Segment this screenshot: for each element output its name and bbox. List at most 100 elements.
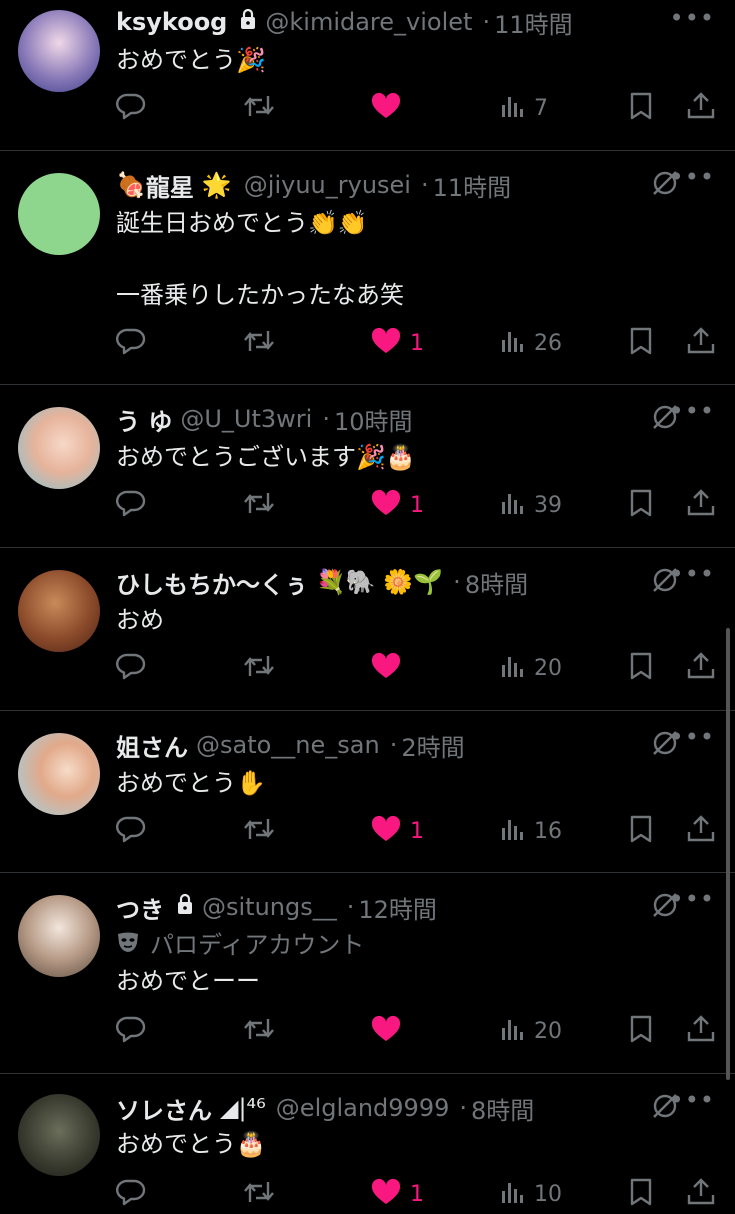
like-button[interactable]: 1	[370, 485, 424, 525]
timestamp[interactable]: 11時間	[494, 5, 573, 40]
tweet-text: おめでとーー	[116, 967, 260, 995]
timestamp[interactable]: 10時間	[334, 402, 413, 437]
user-name[interactable]: つき	[116, 890, 164, 925]
reply-button[interactable]	[116, 88, 146, 128]
avatar[interactable]	[18, 570, 100, 652]
reply-button[interactable]	[116, 323, 146, 363]
parody-label: パロディアカウント	[116, 927, 364, 963]
name-suffix-emoji: 🌟	[201, 171, 232, 199]
bookmark-button[interactable]	[628, 1011, 654, 1051]
tweet-7[interactable]: ソレさん ◢|⁴⁶ @elgland9999 · 8時間 おめでとう🎂 1 10 …	[0, 1074, 735, 1214]
user-handle[interactable]: @U_Ut3wri	[180, 405, 312, 433]
bookmark-button[interactable]	[628, 1174, 654, 1214]
retweet-button[interactable]	[242, 323, 276, 363]
like-button[interactable]: 1	[370, 323, 424, 363]
tweet-text: おめでとうございます🎉🎂	[116, 443, 416, 471]
reply-button[interactable]	[116, 648, 146, 688]
retweet-button[interactable]	[242, 1011, 276, 1051]
views-count: 10	[534, 1181, 562, 1207]
share-button[interactable]	[686, 1011, 716, 1051]
like-button[interactable]	[370, 88, 402, 128]
tweet-4[interactable]: ひしもちか〜くぅ 💐🐘 🌼🌱 · 8時間 おめ 20 •••	[0, 548, 735, 711]
views-icon	[500, 653, 526, 683]
action-bar: 20	[0, 1011, 735, 1051]
timestamp[interactable]: 8時間	[465, 565, 528, 600]
share-button[interactable]	[686, 485, 716, 525]
bookmark-button[interactable]	[628, 648, 654, 688]
user-handle[interactable]: @sato__ne_san	[196, 731, 380, 759]
views-button[interactable]: 26	[500, 323, 562, 363]
reply-icon	[116, 327, 146, 359]
more-icon[interactable]: •••	[670, 4, 715, 32]
retweet-button[interactable]	[242, 88, 276, 128]
retweet-button[interactable]	[242, 811, 276, 851]
user-name[interactable]: う ゆ	[116, 402, 172, 437]
avatar[interactable]	[18, 173, 100, 255]
bookmark-button[interactable]	[628, 811, 654, 851]
more-icon[interactable]: •••	[670, 723, 715, 751]
views-button[interactable]: 20	[500, 648, 562, 688]
avatar[interactable]	[18, 10, 100, 92]
reply-button[interactable]	[116, 811, 146, 851]
share-icon	[686, 652, 716, 684]
scrollbar[interactable]	[726, 628, 730, 1080]
retweet-button[interactable]	[242, 1174, 276, 1214]
share-button[interactable]	[686, 323, 716, 363]
user-handle[interactable]: @jiyuu_ryusei	[244, 171, 411, 199]
views-button[interactable]: 7	[500, 88, 548, 128]
tweet-6[interactable]: つき @situngs__ · 12時間 パロディアカウント おめでとーー 20…	[0, 873, 735, 1074]
views-button[interactable]: 16	[500, 811, 562, 851]
timestamp[interactable]: 12時間	[358, 890, 437, 925]
timestamp[interactable]: 11時間	[433, 168, 512, 203]
likes-count: 1	[410, 818, 424, 844]
bookmark-button[interactable]	[628, 485, 654, 525]
tweet-1[interactable]: ksykoog @kimidare_violet · 11時間 ••• おめでと…	[0, 0, 735, 151]
more-icon[interactable]: •••	[670, 397, 715, 425]
share-button[interactable]	[686, 811, 716, 851]
user-name[interactable]: ソレさん	[116, 1091, 212, 1126]
retweet-button[interactable]	[242, 648, 276, 688]
bookmark-button[interactable]	[628, 323, 654, 363]
like-button[interactable]: 1	[370, 811, 424, 851]
like-icon	[370, 652, 402, 684]
views-button[interactable]: 39	[500, 485, 562, 525]
user-handle[interactable]: @kimidare_violet	[265, 8, 472, 36]
more-icon[interactable]: •••	[670, 163, 715, 191]
user-handle[interactable]: @elgland9999	[276, 1094, 450, 1122]
more-icon[interactable]: •••	[670, 885, 715, 913]
timestamp[interactable]: 8時間	[471, 1091, 534, 1126]
views-icon	[500, 1016, 526, 1046]
avatar[interactable]	[18, 733, 100, 815]
views-button[interactable]: 20	[500, 1011, 562, 1051]
views-icon	[500, 490, 526, 520]
avatar[interactable]	[18, 895, 100, 977]
bookmark-button[interactable]	[628, 88, 654, 128]
reply-button[interactable]	[116, 485, 146, 525]
user-name[interactable]: 龍星	[146, 168, 194, 203]
reply-icon	[116, 92, 146, 124]
share-button[interactable]	[686, 648, 716, 688]
share-button[interactable]	[686, 1174, 716, 1214]
tweet-2[interactable]: 🍖 龍星 🌟 @jiyuu_ryusei · 11時間 誕生日おめでとう👏👏 一…	[0, 151, 735, 385]
reply-button[interactable]	[116, 1011, 146, 1051]
timestamp[interactable]: 2時間	[401, 728, 464, 763]
more-icon[interactable]: •••	[670, 560, 715, 588]
tweet-3[interactable]: う ゆ @U_Ut3wri · 10時間 おめでとうございます🎉🎂 1 39 ••…	[0, 385, 735, 548]
avatar[interactable]	[18, 407, 100, 489]
share-button[interactable]	[686, 88, 716, 128]
like-button[interactable]	[370, 648, 402, 688]
like-button[interactable]: 1	[370, 1174, 424, 1214]
user-name[interactable]: ひしもちか〜くぅ	[116, 565, 308, 600]
user-name[interactable]: 姐さん	[116, 728, 188, 763]
retweet-button[interactable]	[242, 485, 276, 525]
views-button[interactable]: 10	[500, 1174, 562, 1214]
bookmark-icon	[628, 489, 654, 521]
like-button[interactable]	[370, 1011, 402, 1051]
more-icon[interactable]: •••	[670, 1086, 715, 1114]
reply-button[interactable]	[116, 1174, 146, 1214]
user-name[interactable]: ksykoog	[116, 8, 227, 36]
avatar[interactable]	[18, 1094, 100, 1176]
tweet-text: 誕生日おめでとう👏👏	[116, 209, 368, 237]
tweet-5[interactable]: 姐さん @sato__ne_san · 2時間 おめでとう✋ 1 16 •••	[0, 711, 735, 873]
user-handle[interactable]: @situngs__	[202, 893, 337, 921]
